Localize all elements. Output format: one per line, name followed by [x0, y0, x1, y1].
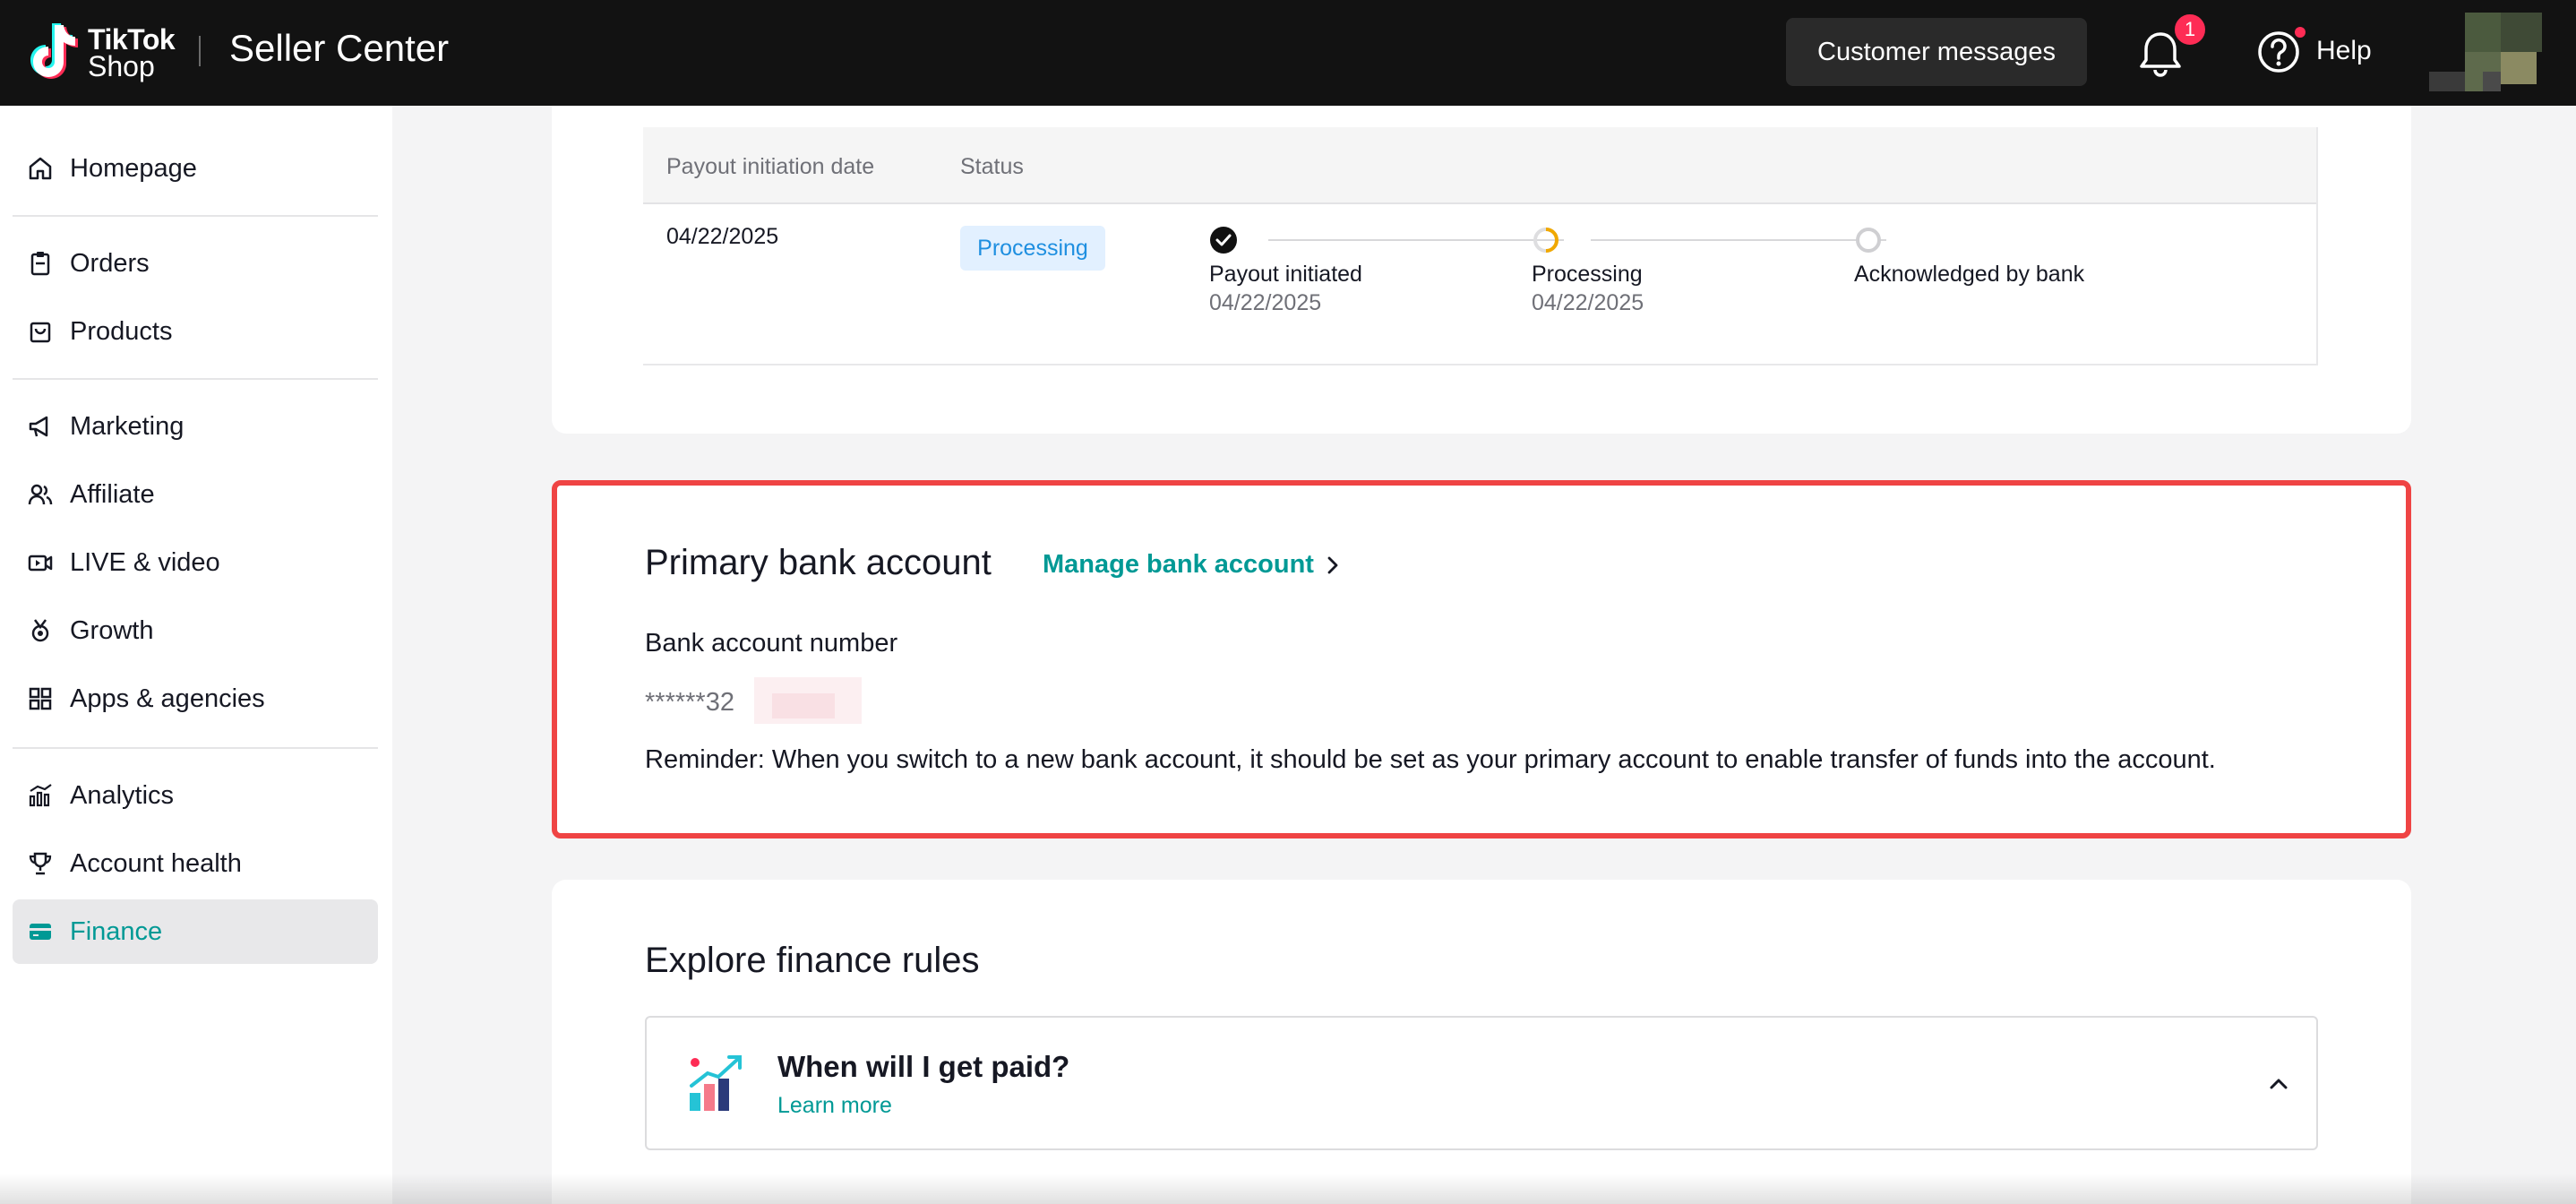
- video-icon: [28, 555, 53, 572]
- payout-date: 04/22/2025: [666, 224, 779, 249]
- sidebar: Homepage Orders Products Marketing Affil…: [0, 106, 392, 1204]
- sidebar-item-label: Marketing: [70, 412, 185, 441]
- megaphone-icon: [29, 416, 48, 437]
- apps-icon: [29, 687, 52, 710]
- sidebar-divider: [13, 747, 378, 749]
- sidebar-item-marketing[interactable]: Marketing: [13, 394, 378, 459]
- customer-messages-button[interactable]: Customer messages: [1786, 18, 2087, 86]
- step-connector: [1591, 239, 1886, 241]
- bank-account-number-value: ******32: [645, 688, 734, 717]
- sidebar-item-label: LIVE & video: [70, 548, 220, 577]
- sidebar-item-products[interactable]: Products: [13, 299, 378, 364]
- step-label: Acknowledged by bank: [1854, 262, 2085, 287]
- notification-badge: 1: [2173, 13, 2207, 47]
- column-header-status: Status: [960, 154, 1024, 179]
- primary-bank-account-card: [552, 480, 2411, 838]
- table-header: Payout initiation date Status: [643, 127, 2316, 204]
- sidebar-item-homepage[interactable]: Homepage: [13, 136, 378, 201]
- sidebar-item-label: Growth: [70, 616, 154, 645]
- sidebar-divider: [13, 378, 378, 380]
- payout-table: Payout initiation date Status 04/22/2025…: [643, 127, 2318, 366]
- learn-more-link[interactable]: Learn more: [777, 1093, 892, 1119]
- card-icon: [30, 924, 51, 940]
- tiktok-logo-icon: [30, 23, 78, 79]
- sidebar-item-analytics[interactable]: Analytics: [13, 763, 378, 828]
- help-alert-dot: [2295, 27, 2306, 38]
- step-pending-icon: [1856, 228, 1881, 253]
- redacted-bank-name-inner: [772, 693, 835, 718]
- step-label: Payout initiated: [1209, 262, 1362, 287]
- chevron-right-icon: [1327, 556, 1338, 573]
- medal-icon: [31, 619, 49, 642]
- help-icon[interactable]: [2255, 29, 2302, 75]
- sidebar-item-account-health[interactable]: Account health: [13, 831, 378, 896]
- sidebar-item-orders[interactable]: Orders: [13, 231, 378, 296]
- manage-bank-account-label: Manage bank account: [1043, 550, 1314, 579]
- help-link[interactable]: Help: [2316, 36, 2372, 66]
- sidebar-item-affiliate[interactable]: Affiliate: [13, 462, 378, 527]
- step-in-progress-icon: [1533, 228, 1558, 253]
- avatar[interactable]: [2429, 13, 2542, 91]
- sidebar-item-label: Orders: [70, 249, 150, 278]
- chart-icon: [29, 784, 52, 807]
- sidebar-item-label: Analytics: [70, 781, 175, 810]
- step-date: 04/22/2025: [1209, 290, 1322, 315]
- column-header-date: Payout initiation date: [666, 154, 875, 179]
- trophy-icon: [29, 852, 52, 875]
- growth-chart-illustration-icon: [690, 1055, 742, 1111]
- sidebar-item-apps-agencies[interactable]: Apps & agencies: [13, 666, 378, 731]
- step-connector: [1268, 239, 1564, 241]
- tiktok-shop-logo[interactable]: TikTok Shop: [25, 20, 177, 82]
- sidebar-item-label: Homepage: [70, 154, 197, 183]
- sidebar-item-label: Finance: [70, 917, 163, 946]
- section-title: Explore finance rules: [645, 941, 980, 980]
- sidebar-item-label: Products: [70, 317, 173, 346]
- people-icon: [28, 484, 53, 505]
- sidebar-divider: [13, 215, 378, 217]
- top-bar: TikTok Shop Seller Center Customer messa…: [0, 0, 2576, 106]
- section-title: Primary bank account: [645, 543, 992, 582]
- logo-text-shop: Shop: [88, 50, 155, 82]
- bottom-shadow: [0, 1174, 2576, 1204]
- sidebar-item-label: Affiliate: [70, 480, 155, 509]
- chevron-up-icon[interactable]: [2266, 1071, 2291, 1096]
- sidebar-item-label: Apps & agencies: [70, 684, 265, 713]
- bag-icon: [30, 322, 51, 343]
- logo-divider: [199, 36, 201, 66]
- faq-item[interactable]: When will I get paid? Learn more: [645, 1016, 2318, 1150]
- manage-bank-account-link[interactable]: Manage bank account: [1043, 550, 1339, 580]
- bank-account-number-label: Bank account number: [645, 629, 898, 658]
- sidebar-item-live-video[interactable]: LIVE & video: [13, 530, 378, 595]
- sidebar-item-label: Account health: [70, 849, 242, 878]
- step-done-check-icon: [1210, 227, 1237, 254]
- home-icon: [29, 157, 52, 180]
- sidebar-item-growth[interactable]: Growth: [13, 598, 378, 663]
- bank-reminder-text: Reminder: When you switch to a new bank …: [645, 745, 2216, 774]
- faq-question: When will I get paid?: [777, 1050, 1070, 1083]
- step-label: Processing: [1532, 262, 1643, 287]
- sidebar-item-finance[interactable]: Finance: [13, 899, 378, 964]
- app-title: Seller Center: [229, 27, 450, 69]
- clipboard-icon: [30, 252, 50, 276]
- status-badge: Processing: [960, 226, 1105, 271]
- step-date: 04/22/2025: [1532, 290, 1644, 315]
